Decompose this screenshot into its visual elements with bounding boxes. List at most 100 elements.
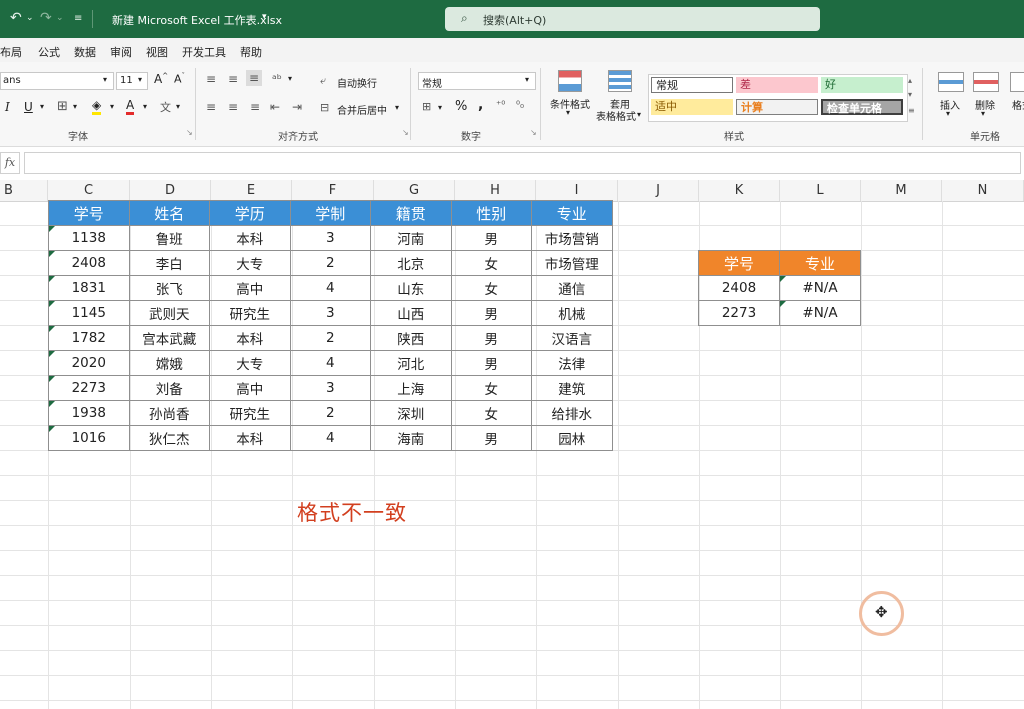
table-cell[interactable]: 4 bbox=[289, 275, 371, 301]
table-cell[interactable]: 女 bbox=[450, 250, 532, 276]
format-cells-icon[interactable] bbox=[1010, 72, 1024, 92]
fill-color-icon[interactable]: ◈ bbox=[92, 98, 102, 115]
align-middle-icon[interactable]: ≡ bbox=[228, 72, 238, 86]
style-normal[interactable]: 常规 bbox=[651, 77, 733, 93]
header-cell[interactable]: 学号 bbox=[48, 200, 130, 226]
insert-cells-icon[interactable] bbox=[938, 72, 964, 92]
chevron-down-icon[interactable]: ▾ bbox=[566, 108, 570, 117]
table-cell[interactable]: #N/A bbox=[779, 300, 861, 326]
table-cell[interactable]: 1831 bbox=[48, 275, 130, 301]
format-as-table-icon[interactable] bbox=[608, 70, 632, 92]
table-cell[interactable]: 男 bbox=[450, 300, 532, 326]
redo-icon[interactable]: ↷ bbox=[40, 10, 52, 26]
percent-icon[interactable]: % bbox=[455, 99, 467, 114]
table-cell[interactable]: 大专 bbox=[209, 250, 291, 276]
table-cell[interactable]: 李白 bbox=[128, 250, 210, 276]
table-cell[interactable]: 2020 bbox=[48, 350, 130, 376]
font-color-icon[interactable]: A bbox=[126, 98, 135, 115]
table-cell[interactable]: 宫本武藏 bbox=[128, 325, 210, 351]
chevron-down-icon[interactable]: ▾ bbox=[438, 103, 442, 112]
table-cell[interactable]: 深圳 bbox=[370, 400, 452, 426]
formula-input[interactable] bbox=[24, 152, 1021, 174]
gallery-up-icon[interactable]: ▴ bbox=[908, 76, 912, 85]
chevron-down-icon[interactable]: ▾ bbox=[143, 102, 147, 111]
merge-center-button[interactable]: 合并后居中 bbox=[337, 102, 387, 117]
increase-indent-icon[interactable]: ⇥ bbox=[292, 100, 302, 114]
table-cell[interactable]: 1938 bbox=[48, 400, 130, 426]
align-right-icon[interactable]: ≡ bbox=[250, 100, 260, 114]
table-cell[interactable]: 男 bbox=[450, 325, 532, 351]
table-cell[interactable]: 张飞 bbox=[128, 275, 210, 301]
table-cell[interactable]: 男 bbox=[450, 350, 532, 376]
gallery-down-icon[interactable]: ▾ bbox=[908, 90, 912, 99]
menu-view[interactable]: 视图 bbox=[146, 44, 168, 60]
table-cell[interactable]: 陕西 bbox=[370, 325, 452, 351]
menu-layout[interactable]: 布局 bbox=[0, 44, 22, 60]
chevron-down-icon[interactable]: ▾ bbox=[176, 102, 180, 111]
header-cell[interactable]: 学号 bbox=[698, 250, 780, 276]
table-cell[interactable]: 2 bbox=[289, 250, 371, 276]
table-cell[interactable]: 2273 bbox=[698, 300, 780, 326]
insert-function-button[interactable]: fx bbox=[0, 152, 20, 174]
style-bad[interactable]: 差 bbox=[736, 77, 818, 93]
table-cell[interactable]: 山东 bbox=[370, 275, 452, 301]
table-cell[interactable]: 本科 bbox=[209, 225, 291, 251]
style-good[interactable]: 好 bbox=[821, 77, 903, 93]
table-cell[interactable]: 市场营销 bbox=[531, 225, 613, 251]
column-header-n[interactable]: N bbox=[942, 180, 1024, 201]
currency-icon[interactable]: ⊞ bbox=[422, 100, 431, 113]
table-cell[interactable]: 鲁班 bbox=[128, 225, 210, 251]
underline-icon[interactable]: U bbox=[24, 100, 33, 114]
table-cell[interactable]: 1138 bbox=[48, 225, 130, 251]
chevron-down-icon[interactable]: ▾ bbox=[395, 103, 399, 112]
column-header-b[interactable]: B bbox=[0, 180, 48, 201]
font-dialog-launcher-icon[interactable]: ↘ bbox=[186, 128, 193, 137]
table-cell[interactable]: 上海 bbox=[370, 375, 452, 401]
table-cell[interactable]: 2408 bbox=[48, 250, 130, 276]
column-header-d[interactable]: D bbox=[130, 180, 211, 201]
column-header-h[interactable]: H bbox=[455, 180, 536, 201]
format-as-table-line2[interactable]: 表格格式 bbox=[596, 108, 636, 123]
chevron-down-icon[interactable]: ▾ bbox=[40, 102, 44, 111]
table-cell[interactable]: 4 bbox=[289, 425, 371, 451]
table-cell[interactable]: 研究生 bbox=[209, 400, 291, 426]
table-cell[interactable]: 河南 bbox=[370, 225, 452, 251]
table-cell[interactable]: 孙尚香 bbox=[128, 400, 210, 426]
align-bottom-icon[interactable]: ≡ bbox=[246, 70, 263, 86]
font-name-select[interactable]: ans ▾ bbox=[0, 72, 114, 90]
table-cell[interactable]: 女 bbox=[450, 375, 532, 401]
table-cell[interactable]: 海南 bbox=[370, 425, 452, 451]
column-header-l[interactable]: L bbox=[780, 180, 861, 201]
table-cell[interactable]: 3 bbox=[289, 375, 371, 401]
table-cell[interactable]: 嫦娥 bbox=[128, 350, 210, 376]
chevron-down-icon[interactable]: ▾ bbox=[946, 109, 950, 118]
table-cell[interactable]: 狄仁杰 bbox=[128, 425, 210, 451]
table-cell[interactable]: 4 bbox=[289, 350, 371, 376]
chevron-down-icon[interactable]: ▾ bbox=[110, 102, 114, 111]
header-cell[interactable]: 专业 bbox=[779, 250, 861, 276]
menu-help[interactable]: 帮助 bbox=[240, 44, 262, 60]
align-top-icon[interactable]: ≡ bbox=[206, 72, 216, 86]
table-cell[interactable]: #N/A bbox=[779, 275, 861, 301]
table-cell[interactable]: 通信 bbox=[531, 275, 613, 301]
header-cell[interactable]: 姓名 bbox=[128, 200, 210, 226]
table-cell[interactable]: 2 bbox=[289, 400, 371, 426]
table-cell[interactable]: 河北 bbox=[370, 350, 452, 376]
style-check-cell[interactable]: 检查单元格 bbox=[821, 99, 903, 115]
table-cell[interactable]: 建筑 bbox=[531, 375, 613, 401]
menu-developer[interactable]: 开发工具 bbox=[182, 44, 226, 60]
table-cell[interactable]: 男 bbox=[450, 225, 532, 251]
menu-data[interactable]: 数据 bbox=[74, 44, 96, 60]
title-dropdown-icon[interactable]: ▾ bbox=[262, 12, 267, 22]
table-cell[interactable]: 武则天 bbox=[128, 300, 210, 326]
column-header-f[interactable]: F bbox=[292, 180, 374, 201]
header-cell[interactable]: 专业 bbox=[531, 200, 613, 226]
alignment-dialog-launcher-icon[interactable]: ↘ bbox=[402, 128, 409, 137]
table-cell[interactable]: 市场管理 bbox=[531, 250, 613, 276]
chevron-down-icon[interactable]: ▾ bbox=[981, 109, 985, 118]
customize-toolbar-icon[interactable]: ≡ bbox=[74, 13, 82, 24]
style-neutral[interactable]: 适中 bbox=[651, 99, 733, 115]
delete-cells-icon[interactable] bbox=[973, 72, 999, 92]
number-format-select[interactable]: 常规 ▾ bbox=[418, 72, 536, 90]
table-cell[interactable]: 大专 bbox=[209, 350, 291, 376]
